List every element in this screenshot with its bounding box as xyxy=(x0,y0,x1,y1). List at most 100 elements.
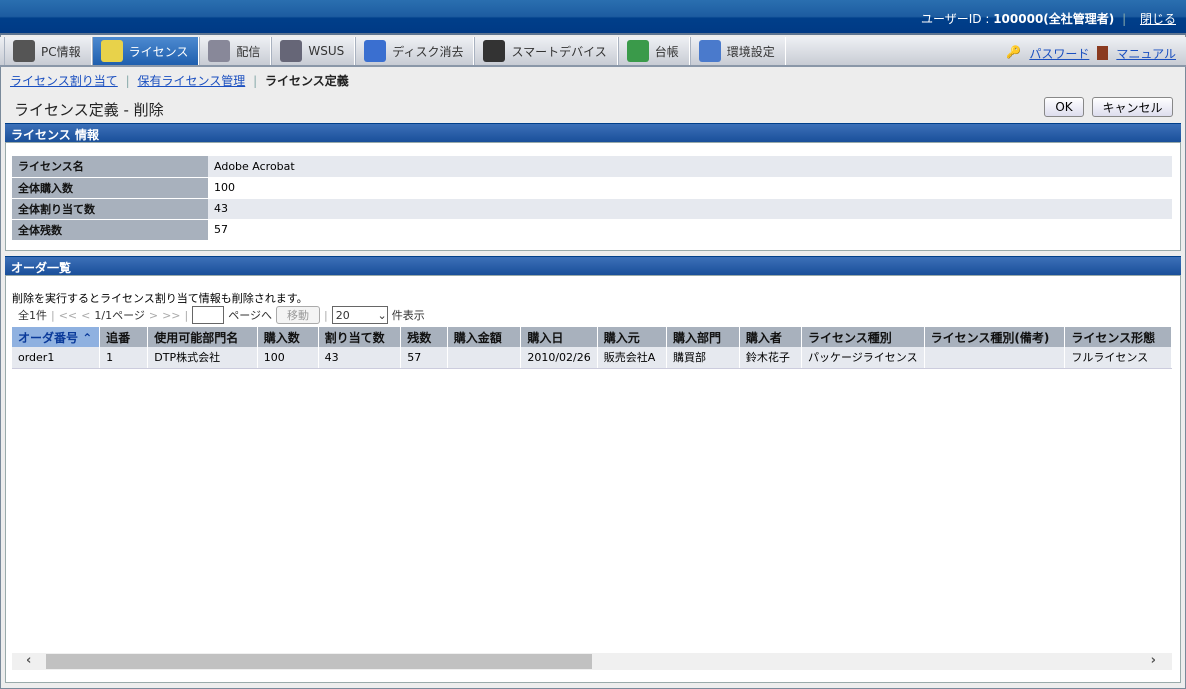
distribution-icon xyxy=(208,40,230,62)
user-info: ユーザーID : 100000(全社管理者) | 閉じる xyxy=(921,10,1176,27)
total-count: 全1件 xyxy=(18,307,47,323)
table-cell: 鈴木花子 xyxy=(739,347,801,368)
info-value: 57 xyxy=(208,219,1172,240)
table-cell xyxy=(447,347,521,368)
table-cell: 2010/02/26 xyxy=(521,347,597,368)
column-header-label: 使用可能部門名 xyxy=(154,331,238,345)
tab-label: 環境設定 xyxy=(727,43,775,60)
header-bar: ユーザーID : 100000(全社管理者) | 閉じる xyxy=(0,0,1186,35)
horizontal-scrollbar[interactable]: ‹ › xyxy=(12,653,1172,670)
column-header[interactable]: ライセンス種別 xyxy=(802,327,925,347)
page-input[interactable] xyxy=(192,306,224,324)
per-page-select[interactable]: 20 ⌄ xyxy=(332,306,388,324)
tab-wsus[interactable]: WSUS xyxy=(271,37,355,65)
scrollbar-thumb[interactable] xyxy=(46,654,592,669)
tab-label: ライセンス xyxy=(129,43,189,60)
ledger-icon xyxy=(627,40,649,62)
column-header-label: 購入元 xyxy=(604,331,640,345)
column-header[interactable]: 購入元 xyxy=(597,327,666,347)
license-info-table: ライセンス名Adobe Acrobat 全体購入数100 全体割り当て数43 全… xyxy=(12,156,1172,241)
column-header-label: ライセンス形態 xyxy=(1071,331,1155,345)
info-key: 全体残数 xyxy=(12,219,208,240)
table-cell: 43 xyxy=(318,347,401,368)
chevron-down-icon: ⌄ xyxy=(378,309,387,322)
tab-disk-erase[interactable]: ディスク消去 xyxy=(355,37,474,65)
first-page-button[interactable]: << xyxy=(59,309,77,322)
book-icon xyxy=(1097,46,1108,60)
tab-label: 台帳 xyxy=(655,43,679,60)
table-cell xyxy=(924,347,1065,368)
pc-icon xyxy=(13,40,35,62)
breadcrumb-owned-license[interactable]: 保有ライセンス管理 xyxy=(137,74,245,88)
column-header-label: 残数 xyxy=(407,331,431,345)
next-page-button[interactable]: > xyxy=(149,309,158,322)
prev-page-button[interactable]: < xyxy=(81,309,90,322)
delete-warning: 削除を実行するとライセンス割り当て情報も削除されます。 xyxy=(12,290,308,306)
ok-button[interactable]: OK xyxy=(1044,97,1084,117)
order-table-container: オーダ番号 ⌃ 追番 使用可能部門名 購入数 割り当て数 残数 購入金額 購入日 購入元 購入部門… xyxy=(12,327,1172,653)
scroll-right-icon[interactable]: › xyxy=(1151,653,1156,668)
tab-label: PC情報 xyxy=(41,43,81,60)
column-header[interactable]: 購入部門 xyxy=(667,327,740,347)
pager: 全1件| << < 1/1ページ > >>| ページへ 移動| 20⌄ 件表示 xyxy=(18,306,425,324)
license-icon xyxy=(101,40,123,62)
info-key: 全体割り当て数 xyxy=(12,198,208,219)
breadcrumb-license-assign[interactable]: ライセンス割り当て xyxy=(10,74,118,88)
column-header[interactable]: ライセンス形態 xyxy=(1065,327,1172,347)
column-header-label: 購入金額 xyxy=(454,331,502,345)
top-links: 🔑 パスワード マニュアル xyxy=(1006,45,1176,62)
tab-label: スマートデバイス xyxy=(511,43,606,60)
page-title: ライセンス定義 - 削除 xyxy=(14,99,164,120)
column-header-label: 割り当て数 xyxy=(325,331,385,345)
table-cell: order1 xyxy=(12,347,100,368)
column-header-label: 購入日 xyxy=(527,331,563,345)
key-icon: 🔑 xyxy=(1006,45,1021,62)
password-link[interactable]: パスワード xyxy=(1029,45,1089,62)
table-cell: 57 xyxy=(401,347,448,368)
wsus-icon xyxy=(280,40,302,62)
tab-label: WSUS xyxy=(308,44,344,58)
column-header-label: 購入数 xyxy=(264,331,300,345)
info-key: 全体購入数 xyxy=(12,177,208,198)
move-button[interactable]: 移動 xyxy=(276,306,320,324)
table-cell: 販売会社A xyxy=(597,347,666,368)
order-table: オーダ番号 ⌃ 追番 使用可能部門名 購入数 割り当て数 残数 購入金額 購入日 購入元 購入部門… xyxy=(12,327,1172,369)
per-page-label: 件表示 xyxy=(392,307,425,323)
table-cell: 購買部 xyxy=(667,347,740,368)
column-header[interactable]: 購入者 xyxy=(739,327,801,347)
goto-label: ページへ xyxy=(228,307,272,323)
info-value: 43 xyxy=(208,198,1172,219)
column-header[interactable]: 購入金額 xyxy=(447,327,521,347)
column-header[interactable]: 割り当て数 xyxy=(318,327,401,347)
column-header[interactable]: 追番 xyxy=(100,327,148,347)
per-page-value: 20 xyxy=(336,309,350,322)
table-row[interactable]: order11DTP株式会社10043572010/02/26販売会社A購買部鈴… xyxy=(12,347,1172,368)
tab-smart-device[interactable]: スマートデバイス xyxy=(474,37,617,65)
tab-pc[interactable]: PC情報 xyxy=(4,37,92,65)
tab-ledger[interactable]: 台帳 xyxy=(618,37,690,65)
column-header-label: ライセンス種別(備考) xyxy=(931,331,1050,345)
cancel-button[interactable]: キャンセル xyxy=(1092,97,1173,117)
close-link[interactable]: 閉じる xyxy=(1140,12,1176,26)
column-header[interactable]: 使用可能部門名 xyxy=(148,327,258,347)
tab-settings[interactable]: 環境設定 xyxy=(690,37,786,65)
column-header-label: オーダ番号 xyxy=(18,331,78,345)
page-indicator: 1/1ページ xyxy=(94,307,144,323)
scroll-left-icon[interactable]: ‹ xyxy=(26,653,31,668)
column-header[interactable]: 残数 xyxy=(401,327,448,347)
tab-distribution[interactable]: 配信 xyxy=(199,37,271,65)
column-header[interactable]: オーダ番号 ⌃ xyxy=(12,327,100,347)
manual-link[interactable]: マニュアル xyxy=(1116,45,1176,62)
column-header[interactable]: 購入日 xyxy=(521,327,597,347)
column-header-label: ライセンス種別 xyxy=(808,331,892,345)
order-list-header: オーダ一覧 xyxy=(5,256,1181,275)
smart-device-icon xyxy=(483,40,505,62)
last-page-button[interactable]: >> xyxy=(162,309,180,322)
column-header[interactable]: ライセンス種別(備考) xyxy=(924,327,1065,347)
tab-label: 配信 xyxy=(236,43,260,60)
tab-license[interactable]: ライセンス xyxy=(92,37,200,65)
column-header-label: 追番 xyxy=(106,331,130,345)
column-header[interactable]: 購入数 xyxy=(257,327,318,347)
tab-label: ディスク消去 xyxy=(392,43,463,60)
info-key: ライセンス名 xyxy=(12,156,208,177)
